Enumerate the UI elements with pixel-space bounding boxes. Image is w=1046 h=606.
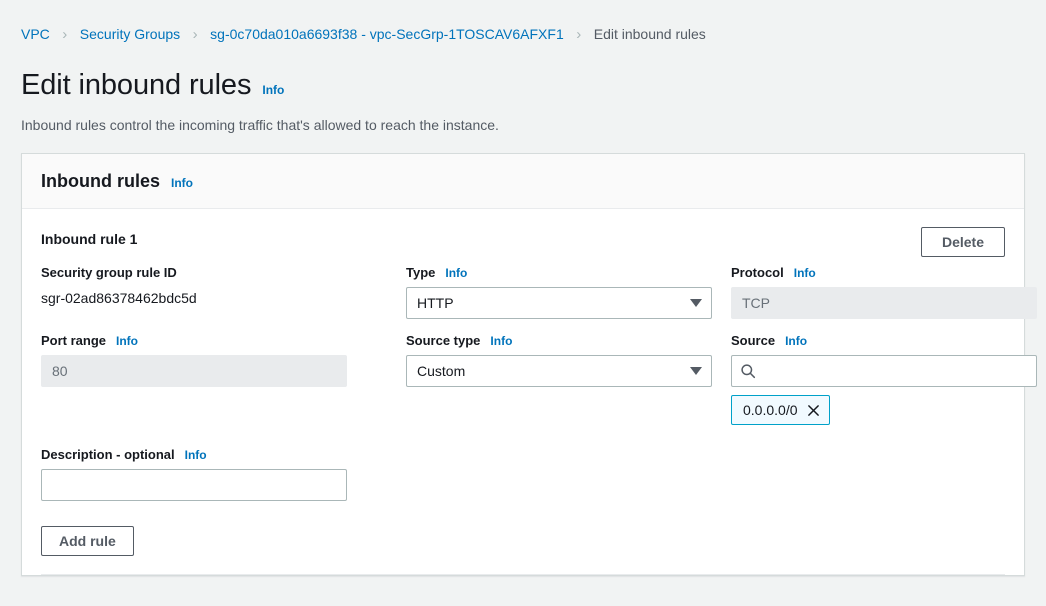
protocol-label: Protocol Info [731,265,816,280]
inbound-rules-card: Inbound rules Info Inbound rule 1 Delete… [21,153,1037,576]
source-search-input[interactable] [731,355,1037,387]
card-title-info-link[interactable]: Info [171,176,193,190]
type-label: Type Info [406,265,468,280]
breadcrumb-separator-icon: › [62,25,68,43]
page-header: Edit inbound rules Info Inbound rules co… [0,69,1046,133]
protocol-info-link[interactable]: Info [794,266,816,280]
security-group-rule-id-label: Security group rule ID [41,265,177,280]
close-icon[interactable] [807,404,820,417]
page-title-info-link[interactable]: Info [262,83,284,97]
type-field: Type Info HTTP [406,265,712,319]
description-field: Description - optional Info [41,447,1005,501]
source-type-label: Source type Info [406,333,513,348]
source-label: Source Info [731,333,808,348]
card-title: Inbound rules [41,171,160,191]
page-title: Edit inbound rules [21,69,252,101]
add-rule-row: Add rule [41,501,1005,575]
source-token-label: 0.0.0.0/0 [743,402,798,418]
breadcrumb: VPC › Security Groups › sg-0c70da010a669… [0,19,1046,49]
delete-rule-button[interactable]: Delete [921,227,1005,257]
rule-header-row: Inbound rule 1 Delete [41,227,1005,265]
source-type-field: Source type Info Custom [406,333,712,425]
source-search-wrap [731,355,1037,387]
rule-fields-grid: Security group rule ID sgr-02ad86378462b… [41,265,1037,425]
type-select-wrap: HTTP [406,287,712,319]
breadcrumb-item-vpc[interactable]: VPC [21,26,50,42]
source-info-link[interactable]: Info [785,334,807,348]
card-header: Inbound rules Info [22,154,1024,209]
description-input[interactable] [41,469,347,501]
port-range-label: Port range Info [41,333,139,348]
card-body: Inbound rule 1 Delete Security group rul… [22,209,1037,575]
grid-spacer [41,319,347,333]
breadcrumb-separator-icon: › [192,25,198,43]
port-range-input [41,355,347,387]
page-title-row: Edit inbound rules Info [21,69,1025,102]
page-description: Inbound rules control the incoming traff… [21,117,499,133]
source-field: Source Info 0.0.0.0/0 [731,333,1037,425]
rule-title: Inbound rule 1 [41,231,138,247]
type-info-link[interactable]: Info [445,266,467,280]
port-range-info-link[interactable]: Info [116,334,138,348]
source-token[interactable]: 0.0.0.0/0 [731,395,830,425]
protocol-field: Protocol Info [731,265,1037,319]
source-type-select-wrap: Custom [406,355,712,387]
security-group-rule-id-field: Security group rule ID sgr-02ad86378462b… [41,265,347,319]
source-type-info-link[interactable]: Info [490,334,512,348]
description-label: Description - optional Info [41,447,207,462]
source-type-select[interactable]: Custom [406,355,712,387]
breadcrumb-item-current: Edit inbound rules [593,26,706,42]
type-select[interactable]: HTTP [406,287,712,319]
description-info-link[interactable]: Info [185,448,207,462]
breadcrumb-separator-icon: › [576,25,582,43]
add-rule-button[interactable]: Add rule [41,526,134,556]
security-group-rule-id-value: sgr-02ad86378462bdc5d [41,290,197,306]
port-range-field: Port range Info [41,333,347,425]
breadcrumb-item-security-groups[interactable]: Security Groups [80,26,180,42]
breadcrumb-item-security-group[interactable]: sg-0c70da010a6693f38 - vpc-SecGrp-1TOSCA… [210,26,564,42]
protocol-input [731,287,1037,319]
